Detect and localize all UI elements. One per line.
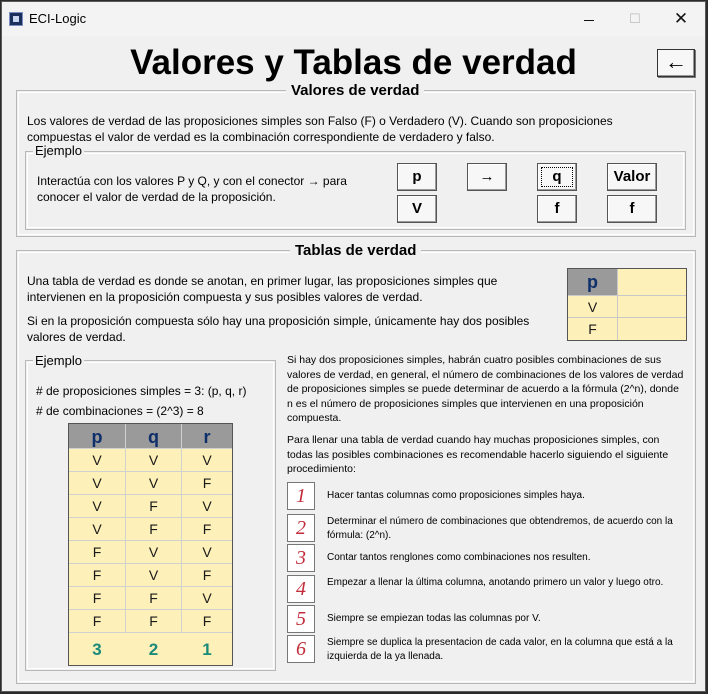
- truth-table-cell: V: [92, 475, 102, 491]
- table-gridline: [181, 424, 182, 632]
- example-line1: # de proposiciones simples = 3: (p, q, r…: [36, 384, 247, 398]
- truth-table-cell: V: [92, 498, 102, 514]
- truth-table-footer: 1: [202, 640, 212, 659]
- valores-description: Los valores de verdad de las proposicion…: [27, 114, 613, 144]
- truth-table-cell: V: [202, 452, 212, 468]
- tablas-right-para1: Si hay dos proposiciones simples, habrán…: [287, 354, 684, 424]
- tablas-para1: Una tabla de verdad es donde se anotan, …: [27, 274, 498, 304]
- table-gridline: [617, 269, 618, 340]
- truth-table-cell: F: [149, 521, 158, 537]
- valores-group-title: Valores de verdad: [286, 82, 425, 99]
- truth-table-cell: F: [92, 590, 102, 606]
- simple-table-empty-cell: [618, 296, 686, 318]
- table-gridline: [568, 317, 686, 318]
- truth-table-cell: V: [148, 567, 159, 583]
- simple-table-empty-cell: [618, 318, 686, 340]
- table-gridline: [69, 609, 232, 610]
- example-line2: # de combinaciones = (2^3) = 8: [36, 404, 204, 418]
- step-text: Siempre se empiezan todas las columnas p…: [327, 613, 541, 624]
- tablas-group-title: Tablas de verdad: [290, 242, 422, 259]
- step-number: 3: [287, 544, 315, 572]
- truth-table-cell: V: [148, 452, 159, 468]
- step-number: 6: [287, 635, 315, 663]
- truth-table-cell: F: [202, 475, 212, 491]
- truth-table-footer: 3: [92, 640, 102, 659]
- back-button[interactable]: ←: [657, 49, 695, 77]
- app-window: ECI-Logic ☐ ✕ Valores y Tablas de verdad…: [1, 1, 706, 692]
- step-text: Determinar el número de combinaciones qu…: [327, 516, 673, 541]
- simple-table-header: p: [568, 269, 617, 295]
- truth-table-cell: V: [148, 475, 159, 491]
- truth-table-cell: F: [202, 567, 212, 583]
- simple-table-cell: V: [568, 296, 617, 318]
- truth-table-footer: 2: [148, 640, 159, 659]
- truth-table-cell: V: [202, 544, 212, 560]
- tablas-para2: Si en la proposición compuesta sólo hay …: [27, 314, 530, 344]
- app-icon: [9, 12, 23, 26]
- close-button[interactable]: ✕: [659, 7, 703, 33]
- step-text: Siempre se duplica la presentacion de ca…: [327, 637, 673, 662]
- valores-example-text: Interactúa con los valores P y Q, y con …: [37, 174, 347, 204]
- step-number: 4: [287, 575, 315, 603]
- table-gridline: [69, 517, 232, 518]
- window-title: ECI-Logic: [29, 11, 87, 26]
- truth-table-cell: F: [202, 521, 212, 537]
- truth-table: p q r VVVVVFVFVVFFFVVFVFFFVFFF 3 2 1: [68, 423, 233, 666]
- truth-table-cell: V: [148, 544, 159, 560]
- simple-table-cell: F: [568, 318, 617, 340]
- truth-table-cell: F: [149, 590, 158, 606]
- table-gridline: [69, 471, 232, 472]
- connector-button[interactable]: →: [467, 163, 507, 191]
- table-gridline: [69, 586, 232, 587]
- tablas-right-para2: Para llenar una tabla de verdad cuando h…: [287, 434, 669, 475]
- table-gridline: [125, 424, 126, 632]
- tablas-example-title: Ejemplo: [33, 353, 84, 368]
- minimize-button[interactable]: [567, 7, 611, 33]
- truth-table-header: q: [126, 424, 181, 448]
- table-gridline: [69, 563, 232, 564]
- minimize-icon: [584, 19, 594, 21]
- q-value-button[interactable]: f: [537, 195, 577, 223]
- p-value-button[interactable]: V: [397, 195, 437, 223]
- page-title: Valores y Tablas de verdad: [130, 43, 577, 82]
- result-label-button[interactable]: Valor: [607, 163, 657, 191]
- truth-table-header: p: [69, 424, 125, 448]
- truth-table-cell: F: [149, 498, 158, 514]
- q-label-button[interactable]: q: [537, 163, 577, 191]
- truth-table-cell: F: [202, 613, 212, 629]
- step-text: Hacer tantas columnas como proposiciones…: [327, 490, 585, 501]
- step-number: 5: [287, 605, 315, 633]
- simple-truth-table: p V F: [567, 268, 687, 341]
- truth-table-cell: F: [92, 567, 102, 583]
- truth-table-cell: V: [202, 590, 212, 606]
- table-gridline: [69, 540, 232, 541]
- valores-example-title: Ejemplo: [33, 143, 84, 158]
- title-bar: ECI-Logic ☐ ✕: [2, 2, 705, 36]
- table-gridline: [568, 295, 686, 296]
- step-number: 1: [287, 482, 315, 510]
- truth-table-cell: V: [92, 452, 102, 468]
- truth-table-cell: F: [92, 544, 102, 560]
- truth-table-header: r: [182, 424, 232, 448]
- step-text: Empezar a llenar la última columna, anot…: [327, 577, 664, 588]
- truth-table-cell: V: [92, 521, 102, 537]
- p-label-button[interactable]: p: [397, 163, 437, 191]
- truth-table-cell: F: [92, 613, 102, 629]
- table-gridline: [69, 448, 232, 449]
- step-text: Contar tantos renglones como combinacion…: [327, 552, 591, 563]
- result-value-button[interactable]: f: [607, 195, 657, 223]
- truth-table-cell: F: [149, 613, 158, 629]
- simple-table-header-empty: [618, 269, 686, 295]
- maximize-button[interactable]: ☐: [613, 7, 657, 33]
- step-number: 2: [287, 514, 315, 542]
- truth-table-cell: V: [202, 498, 212, 514]
- table-gridline: [69, 494, 232, 495]
